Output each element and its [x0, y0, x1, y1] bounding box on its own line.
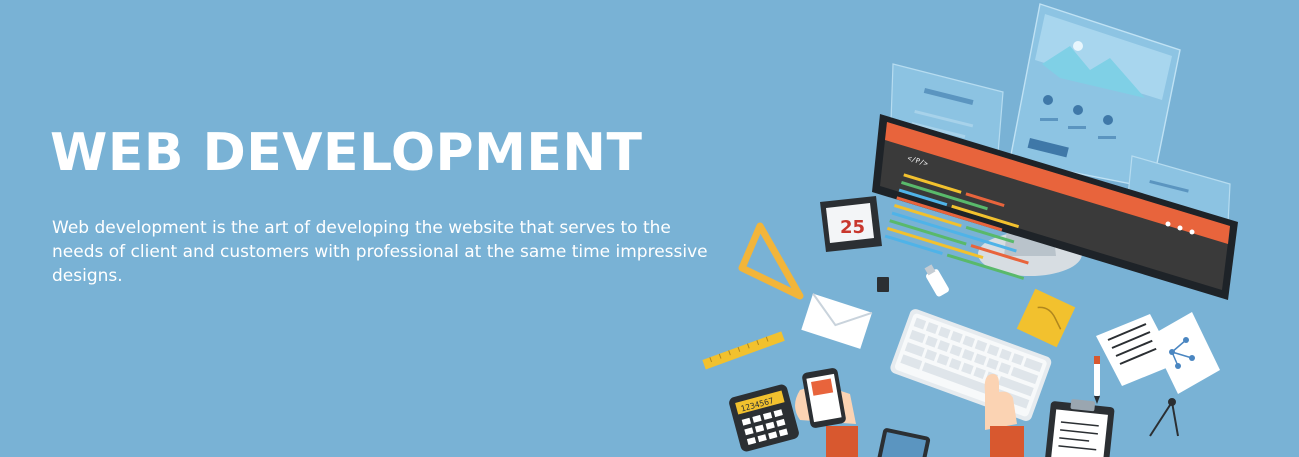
web-development-illustration: </P/> 25 1234567: [702, 3, 1238, 457]
calendar-icon: 25: [820, 196, 882, 252]
pen-icon: [1094, 356, 1100, 404]
ruler-icon: [702, 331, 785, 370]
hero-title: WEB DEVELOPMENT: [50, 123, 643, 183]
usb-drive-icon: [924, 264, 949, 297]
smartphone-icon: [795, 368, 858, 457]
hero-text-block: WEB DEVELOPMENT Web development is the a…: [50, 118, 730, 288]
envelope-icon: [801, 293, 873, 349]
compass-icon: [1149, 398, 1179, 437]
clipboard-icon: [1045, 399, 1115, 457]
triangle-ruler-icon: [738, 222, 804, 300]
hero-banner: WEB DEVELOPMENT Web development is the a…: [0, 0, 1299, 457]
sticky-note-icon: [1016, 288, 1076, 348]
calendar-day: 25: [840, 217, 865, 238]
calculator-icon: 1234567: [729, 384, 799, 452]
hero-description: Web development is the art of developing…: [52, 218, 708, 286]
documents-icon: [1096, 312, 1220, 394]
tablet-icon: [876, 428, 931, 457]
sd-card-icon: [877, 277, 889, 292]
